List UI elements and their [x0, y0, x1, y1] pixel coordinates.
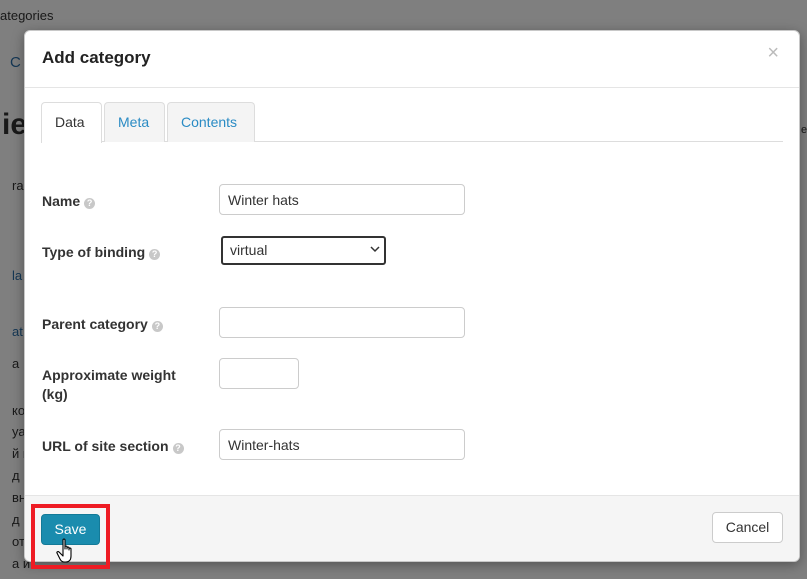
- cancel-button[interactable]: Cancel: [712, 512, 783, 543]
- hand-pointer-icon: [56, 538, 72, 563]
- help-icon[interactable]: ?: [84, 198, 96, 209]
- parent-category-label-text: Parent category: [42, 316, 148, 332]
- dialog-footer: Save Cancel: [25, 495, 799, 561]
- dialog-title: Add category: [42, 48, 151, 67]
- header-divider: [25, 87, 799, 88]
- close-icon[interactable]: ×: [767, 43, 779, 63]
- binding-type-label: Type of binding?: [42, 243, 161, 262]
- chevron-down-icon: [370, 246, 380, 253]
- parent-category-label: Parent category?: [42, 315, 163, 334]
- url-section-label: URL of site section?: [42, 437, 184, 456]
- help-icon[interactable]: ?: [151, 321, 163, 332]
- dialog-tabs: Data Meta Contents: [41, 102, 783, 143]
- name-label: Name?: [42, 192, 96, 211]
- tab-contents[interactable]: Contents: [167, 102, 255, 142]
- url-section-input[interactable]: [219, 429, 465, 460]
- binding-type-label-text: Type of binding: [42, 244, 146, 260]
- help-icon[interactable]: ?: [149, 249, 161, 260]
- tab-data[interactable]: Data: [41, 102, 102, 143]
- weight-input[interactable]: [219, 358, 299, 389]
- weight-label: Approximate weight (kg): [42, 367, 176, 402]
- binding-type-select[interactable]: virtual: [221, 236, 386, 265]
- name-input[interactable]: [219, 184, 465, 215]
- parent-category-input[interactable]: [219, 307, 465, 338]
- name-label-text: Name: [42, 193, 81, 209]
- binding-type-value: virtual: [230, 242, 268, 258]
- help-icon[interactable]: ?: [172, 443, 184, 454]
- add-category-dialog: Add category × Data Meta Contents Name? …: [24, 30, 800, 562]
- url-section-label-text: URL of site section: [42, 438, 169, 454]
- tab-meta[interactable]: Meta: [104, 102, 165, 142]
